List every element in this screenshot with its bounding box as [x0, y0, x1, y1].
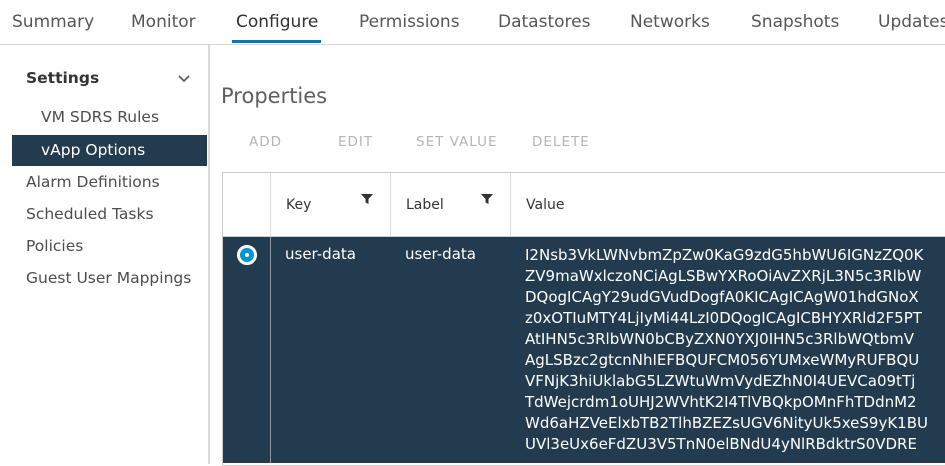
delete-button[interactable]: DELETE	[532, 134, 590, 150]
active-tab-indicator	[232, 40, 321, 43]
tab-permissions[interactable]: Permissions	[359, 12, 460, 32]
tab-datastores[interactable]: Datastores	[498, 12, 590, 32]
chevron-down-icon[interactable]	[176, 71, 192, 87]
tab-updates[interactable]: Updates	[878, 12, 945, 32]
column-header-value[interactable]: Value	[510, 173, 945, 236]
radio-fill	[240, 248, 254, 262]
value-line: DQogICAgY29udGVudDogfA0KICAgICAgW01hdGNo…	[525, 288, 919, 306]
row-radio-selected[interactable]	[237, 245, 257, 265]
table-row[interactable]: user-data user-data I2Nsb3VkLWNvbmZpZw0K…	[223, 237, 945, 463]
tab-networks[interactable]: Networks	[630, 12, 710, 32]
value-line: ZV9maWxlczoNCiAgLSBwYXRoOiAvZXRjL3N5c3Rl…	[525, 267, 922, 285]
value-line: AgLSBzc2gtcnNhIEFBQUFCM056YUMxeWMyRUFBQU	[525, 351, 920, 369]
tab-configure[interactable]: Configure	[236, 12, 318, 32]
properties-grid: Key Label Value user-data user-data I2Ns…	[222, 172, 945, 466]
cell-value: I2Nsb3VkLWNvbmZpZw0KaG9zdG5hbWU6IGNzZQ0K…	[525, 245, 928, 455]
add-button[interactable]: ADD	[249, 134, 282, 150]
cell-key: user-data	[285, 245, 356, 263]
value-line: AtIHN5c3RlbWN0bCByZXN0YXJ0IHN5c3RlbWQtbm…	[525, 330, 915, 348]
sidebar-item-policies[interactable]: Policies	[26, 237, 83, 255]
settings-sidebar: Settings VM SDRS Rules vApp Options Alar…	[0, 45, 210, 464]
sidebar-item-vapp-options[interactable]: vApp Options	[12, 135, 207, 166]
edit-button[interactable]: EDIT	[338, 134, 373, 150]
sidebar-item-vm-sdrs-rules[interactable]: VM SDRS Rules	[41, 108, 159, 126]
value-line: z0xOTIuMTY4LjIyMi44LzI0DQogICAgICBHYXRld…	[525, 309, 922, 327]
column-header-label[interactable]: Label	[390, 173, 510, 236]
tab-snapshots[interactable]: Snapshots	[751, 12, 839, 32]
tab-summary[interactable]: Summary	[12, 12, 94, 32]
page-title: Properties	[221, 84, 328, 108]
value-line: Wd6aHZVeElxbTB2TlhBZEZsUGV6NityUk5xeS9yK…	[525, 414, 928, 432]
sidebar-item-guest-user-mappings[interactable]: Guest User Mappings	[26, 269, 191, 287]
sidebar-item-alarm-definitions[interactable]: Alarm Definitions	[26, 173, 160, 191]
tab-monitor[interactable]: Monitor	[131, 12, 196, 32]
column-label: Key	[286, 197, 312, 213]
filter-icon[interactable]	[361, 193, 373, 205]
column-label: Label	[406, 197, 444, 213]
grid-header: Key Label Value	[223, 173, 945, 237]
sidebar-item-label: vApp Options	[41, 141, 146, 159]
row-divider	[270, 237, 271, 463]
radio-dot	[245, 253, 249, 257]
set-value-button[interactable]: SET VALUE	[416, 134, 498, 150]
value-line: I2Nsb3VkLWNvbmZpZw0KaG9zdG5hbWU6IGNzZQ0K	[525, 246, 924, 264]
column-label: Value	[526, 197, 565, 213]
value-line: UVl3eUx6eFdZU3V5TnN0elBNdU4yNlRBdktrS0VD…	[525, 435, 917, 453]
sidebar-item-scheduled-tasks[interactable]: Scheduled Tasks	[26, 205, 154, 223]
value-line: VFNjK3hiUklabG5LZWtuWmVydEZhN0I4UEVCa09t…	[525, 372, 916, 390]
cell-label: user-data	[405, 245, 476, 263]
filter-icon[interactable]	[481, 193, 493, 205]
column-header-key[interactable]: Key	[270, 173, 390, 236]
settings-heading[interactable]: Settings	[26, 69, 99, 87]
value-line: TdWejcrdm1oUHJ2WVhtK2I4TlVBQkpOMnFhTDdnM…	[525, 393, 917, 411]
object-tabs: Summary Monitor Configure Permissions Da…	[0, 0, 945, 45]
